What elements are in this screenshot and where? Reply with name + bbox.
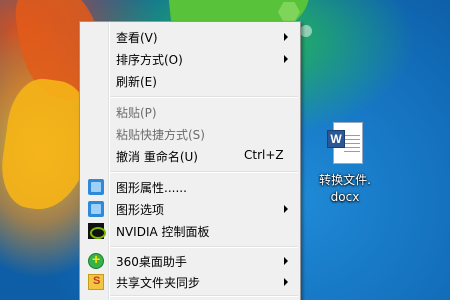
menu-item-label: 排序方式(O) (116, 53, 183, 67)
menu-separator (110, 96, 298, 98)
submenu-arrow-icon (284, 257, 288, 265)
graphics-options-icon (88, 201, 104, 217)
360-desktop-icon (88, 251, 104, 269)
menu-item-graphics-options[interactable]: 图形选项 (82, 198, 298, 220)
menu-item-label: 粘贴(P) (116, 106, 157, 120)
menu-item-paste[interactable]: 粘贴(P) (82, 101, 298, 123)
menu-separator (110, 246, 298, 248)
submenu-arrow-icon (284, 55, 288, 63)
desktop-file-icon[interactable]: W 转换文件. docx (305, 122, 385, 206)
word-document-icon: W (327, 122, 363, 166)
shared-folder-sync-icon (88, 274, 104, 290)
desktop-file-label: 转换文件. docx (319, 173, 371, 204)
menu-item-label: 图形属性...... (116, 181, 187, 195)
menu-item-label: 查看(V) (116, 31, 158, 45)
menu-item-view[interactable]: 查看(V) (82, 26, 298, 48)
menu-item-360-desktop[interactable]: 360桌面助手 (82, 250, 298, 272)
wallpaper-glow (300, 25, 312, 37)
menu-item-label: 图形选项 (116, 203, 165, 217)
menu-item-label: 刷新(E) (116, 75, 157, 89)
context-menu: 查看(V) 排序方式(O) 刷新(E) 粘贴(P) 粘贴快捷方式(S) 撤消 重… (79, 21, 301, 300)
menu-item-sort-by[interactable]: 排序方式(O) (82, 48, 298, 70)
menu-item-nvidia-control-panel[interactable]: NVIDIA 控制面板 (82, 220, 298, 242)
menu-separator (110, 295, 298, 297)
submenu-arrow-icon (284, 33, 288, 41)
menu-item-undo-rename[interactable]: 撤消 重命名(U) Ctrl+Z (82, 145, 298, 167)
menu-item-shortcut: Ctrl+Z (244, 148, 284, 162)
menu-item-graphics-properties[interactable]: 图形属性...... (82, 176, 298, 198)
menu-item-label: 粘贴快捷方式(S) (116, 128, 205, 142)
submenu-arrow-icon (284, 205, 288, 213)
menu-item-label: NVIDIA 控制面板 (116, 225, 210, 239)
graphics-properties-icon (88, 179, 104, 195)
nvidia-icon (88, 223, 106, 239)
menu-item-paste-shortcut[interactable]: 粘贴快捷方式(S) (82, 123, 298, 145)
word-badge-letter: W (330, 132, 342, 146)
menu-item-shared-folder-sync[interactable]: 共享文件夹同步 (82, 271, 298, 293)
menu-item-refresh[interactable]: 刷新(E) (82, 70, 298, 92)
menu-separator (110, 171, 298, 173)
menu-item-label: 撤消 重命名(U) (116, 150, 198, 164)
submenu-arrow-icon (284, 278, 288, 286)
menu-item-label: 共享文件夹同步 (116, 276, 201, 290)
menu-item-label: 360桌面助手 (116, 255, 187, 269)
